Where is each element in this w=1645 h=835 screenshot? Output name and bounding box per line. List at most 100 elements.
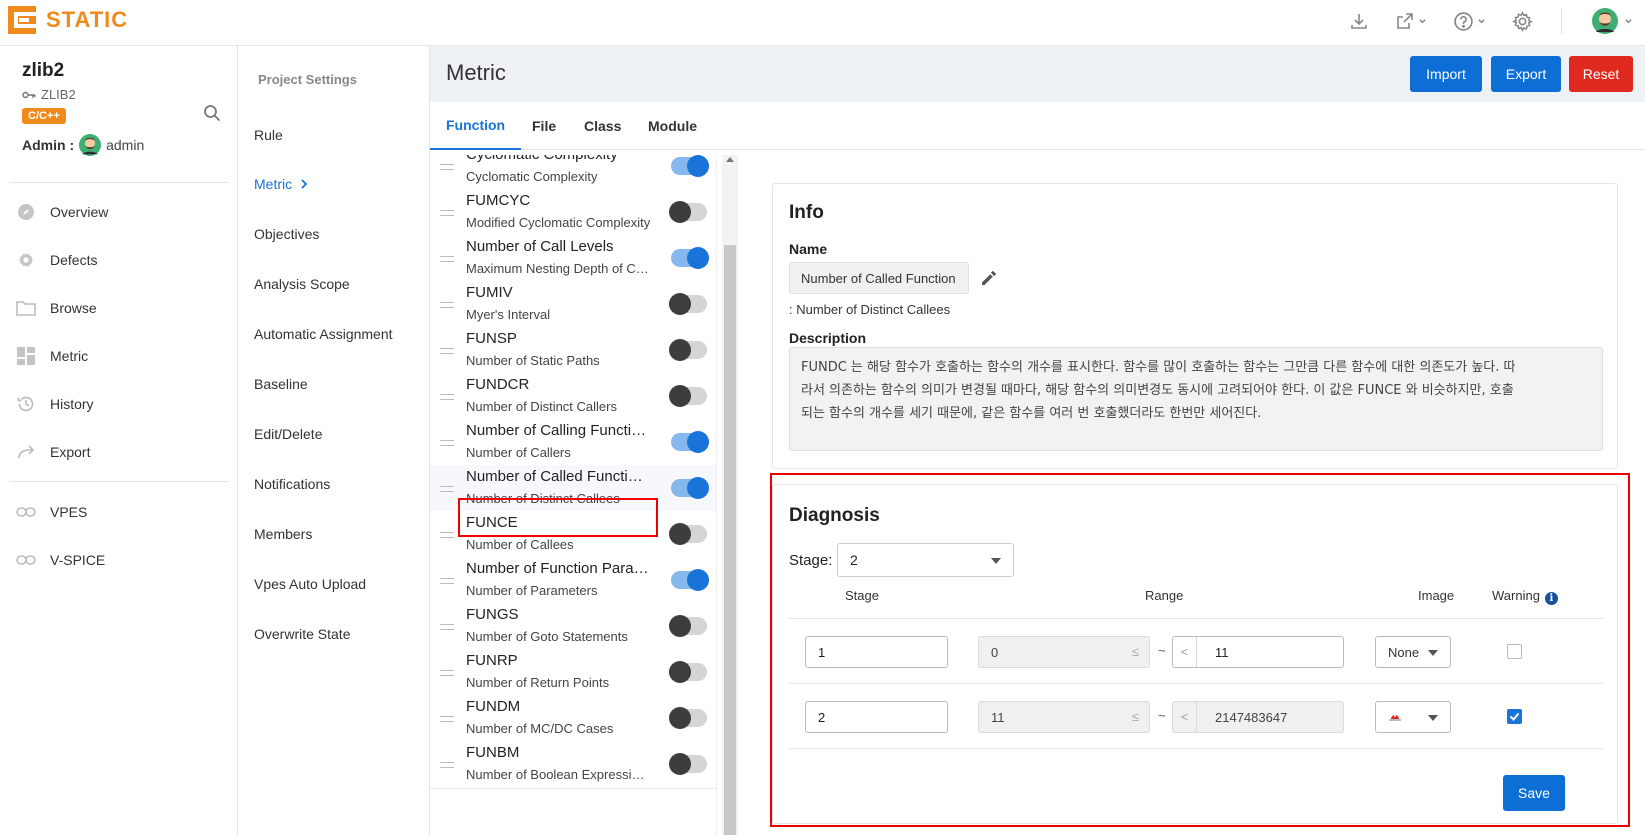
- drag-handle-icon[interactable]: [440, 440, 454, 446]
- metric-list-item[interactable]: FUNDCR Number of Distinct Callers: [430, 373, 716, 421]
- drag-handle-icon[interactable]: [440, 348, 454, 354]
- metric-list-item[interactable]: FUNGS Number of Goto Statements: [430, 603, 716, 651]
- external-link-menu[interactable]: [1395, 11, 1427, 31]
- edit-pencil-icon[interactable]: [979, 268, 999, 291]
- metric-subtitle: Number of Goto Statements: [466, 629, 628, 644]
- metric-toggle[interactable]: [669, 661, 707, 683]
- metric-toggle[interactable]: [669, 201, 707, 223]
- stage-input-row-2[interactable]: 2: [805, 701, 948, 733]
- nav-label: Metric: [50, 348, 89, 364]
- nav-item-browse[interactable]: Browse: [16, 298, 97, 318]
- tab-file[interactable]: File: [516, 102, 572, 150]
- drag-handle-icon[interactable]: [440, 164, 454, 170]
- link-icon: [16, 502, 36, 522]
- scroll-up-arrow-icon[interactable]: [726, 157, 734, 162]
- less-equal-symbol: ≤: [1131, 644, 1139, 659]
- metric-list-item[interactable]: FUMCYC Modified Cyclomatic Complexity: [430, 189, 716, 237]
- info-icon[interactable]: i: [1544, 592, 1558, 605]
- metric-toggle[interactable]: [671, 431, 709, 453]
- nav-item-vpes[interactable]: VPES: [16, 502, 87, 522]
- settings-item-vpes-auto-upload[interactable]: Vpes Auto Upload: [254, 576, 366, 592]
- settings-item-automatic-assignment[interactable]: Automatic Assignment: [254, 326, 393, 342]
- save-button[interactable]: Save: [1503, 775, 1565, 811]
- metric-subtitle: Number of Static Paths: [466, 353, 600, 368]
- metric-toggle[interactable]: [669, 385, 707, 407]
- tab-module[interactable]: Module: [632, 102, 713, 150]
- stage-input-row-1[interactable]: 1: [805, 636, 948, 668]
- drag-handle-icon[interactable]: [440, 716, 454, 722]
- toggle-knob: [669, 753, 691, 775]
- settings-item-members[interactable]: Members: [254, 526, 312, 542]
- nav-item-v-spice[interactable]: V-SPICE: [16, 550, 105, 570]
- logo[interactable]: STATIC: [8, 6, 128, 34]
- metric-toggle[interactable]: [671, 477, 709, 499]
- search-icon[interactable]: [203, 104, 221, 125]
- drag-handle-icon[interactable]: [440, 578, 454, 584]
- metric-title: Number of Call Levels: [466, 238, 614, 255]
- nav-item-defects[interactable]: Defects: [16, 250, 97, 270]
- download-icon[interactable]: [1349, 11, 1369, 31]
- metric-list-item[interactable]: FUNBM Number of Boolean Expressions: [430, 741, 716, 789]
- metric-toggle[interactable]: [669, 523, 707, 545]
- metric-toggle[interactable]: [671, 569, 709, 591]
- stage-select[interactable]: 2: [837, 543, 1014, 577]
- settings-item-baseline[interactable]: Baseline: [254, 376, 308, 392]
- metric-toggle[interactable]: [669, 339, 707, 361]
- metric-toggle[interactable]: [671, 247, 709, 269]
- drag-handle-icon[interactable]: [440, 670, 454, 676]
- toggle-knob: [669, 661, 691, 683]
- metric-list-item[interactable]: Number of Calling Functions Number of Cal…: [430, 419, 716, 467]
- drag-handle-icon[interactable]: [440, 394, 454, 400]
- settings-item-overwrite-state[interactable]: Overwrite State: [254, 626, 350, 642]
- drag-handle-icon[interactable]: [440, 256, 454, 262]
- scrollbar-thumb[interactable]: [724, 245, 736, 835]
- metric-list-item[interactable]: Cyclomatic Complexity Cyclomatic Complexi…: [430, 155, 716, 191]
- image-select-row-2[interactable]: [1375, 701, 1451, 733]
- toggle-knob: [687, 155, 709, 177]
- metric-toggle[interactable]: [669, 707, 707, 729]
- metric-list-item[interactable]: Number of Call Levels Maximum Nesting Dep…: [430, 235, 716, 283]
- drag-handle-icon[interactable]: [440, 532, 454, 538]
- tab-function[interactable]: Function: [430, 102, 522, 150]
- settings-item-objectives[interactable]: Objectives: [254, 226, 319, 242]
- drag-handle-icon[interactable]: [440, 302, 454, 308]
- metric-list-item[interactable]: FUMIV Myer's Interval: [430, 281, 716, 329]
- image-select-row-1[interactable]: None: [1375, 636, 1451, 668]
- settings-gear-icon[interactable]: [1512, 10, 1533, 32]
- metric-toggle[interactable]: [669, 293, 707, 315]
- export-button[interactable]: Export: [1491, 56, 1561, 92]
- settings-item-analysis-scope[interactable]: Analysis Scope: [254, 276, 350, 292]
- reset-button[interactable]: Reset: [1569, 56, 1633, 92]
- metric-toggle[interactable]: [669, 753, 707, 775]
- settings-item-edit-delete[interactable]: Edit/Delete: [254, 426, 322, 442]
- diagnosis-card: Diagnosis Stage: 2 Stage Range Image War…: [772, 484, 1618, 824]
- metric-list-item[interactable]: Number of Function Parameters Number of P…: [430, 557, 716, 605]
- warning-checkbox-row-1[interactable]: [1507, 644, 1522, 659]
- nav-item-history[interactable]: History: [16, 394, 94, 414]
- import-button[interactable]: Import: [1410, 56, 1482, 92]
- key-icon: [22, 91, 36, 98]
- drag-handle-icon[interactable]: [440, 486, 454, 492]
- metric-list-item[interactable]: FUNSP Number of Static Paths: [430, 327, 716, 375]
- nav-item-export[interactable]: Export: [16, 442, 90, 462]
- metric-list-scrollbar[interactable]: [722, 155, 738, 835]
- settings-item-notifications[interactable]: Notifications: [254, 476, 330, 492]
- drag-handle-icon[interactable]: [440, 210, 454, 216]
- range-max-row-1[interactable]: < 11: [1172, 636, 1344, 668]
- help-menu[interactable]: [1453, 11, 1486, 32]
- drag-handle-icon[interactable]: [440, 624, 454, 630]
- metric-title: FUNSP: [466, 330, 517, 347]
- settings-item-metric[interactable]: Metric: [254, 176, 308, 192]
- metric-list-item[interactable]: FUNRP Number of Return Points: [430, 649, 716, 697]
- settings-item-rule[interactable]: Rule: [254, 127, 283, 143]
- nav-item-overview[interactable]: Overview: [16, 202, 108, 222]
- metric-toggle[interactable]: [669, 615, 707, 637]
- nav-item-metric[interactable]: Metric: [16, 346, 88, 366]
- help-icon: [1454, 11, 1473, 31]
- metric-toggle[interactable]: [671, 155, 709, 177]
- user-menu[interactable]: [1592, 8, 1633, 34]
- warning-checkbox-row-2[interactable]: [1507, 709, 1522, 724]
- tab-class[interactable]: Class: [568, 102, 637, 150]
- metric-list-item[interactable]: FUNDM Number of MC/DC Cases: [430, 695, 716, 743]
- drag-handle-icon[interactable]: [440, 762, 454, 768]
